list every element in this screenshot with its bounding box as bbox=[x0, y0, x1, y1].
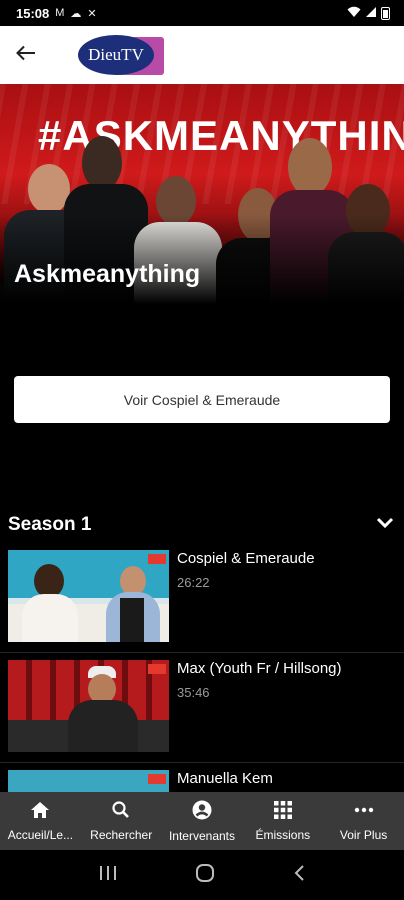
recents-icon[interactable] bbox=[99, 865, 117, 886]
status-bar: 15:08 M ☁ ✕ bbox=[0, 0, 404, 26]
nav-more[interactable]: Voir Plus bbox=[323, 792, 404, 850]
status-time: 15:08 bbox=[16, 5, 50, 21]
logo-text: DieuTV bbox=[78, 35, 154, 75]
episode-item[interactable]: Max (Youth Fr / Hillsong) 35:46 bbox=[8, 660, 398, 760]
tools-icon: ✕ bbox=[87, 7, 97, 20]
more-horizontal-icon bbox=[354, 801, 374, 824]
signal-icon bbox=[365, 6, 377, 21]
episode-duration: 35:46 bbox=[177, 685, 210, 700]
nav-shows[interactable]: Émissions bbox=[242, 792, 323, 850]
episode-item[interactable]: Cospiel & Emeraude 26:22 bbox=[8, 550, 398, 650]
account-circle-icon bbox=[192, 800, 212, 825]
nav-home[interactable]: Accueil/Le... bbox=[0, 792, 81, 850]
nav-label: Voir Plus bbox=[339, 827, 388, 842]
grid-icon bbox=[273, 800, 292, 824]
search-icon bbox=[111, 800, 131, 824]
app-logo[interactable]: DieuTV bbox=[78, 33, 164, 77]
divider bbox=[0, 652, 404, 653]
cloud-icon: ☁ bbox=[70, 7, 82, 20]
episode-duration: 26:22 bbox=[177, 575, 210, 590]
nav-label: Accueil/Le... bbox=[7, 827, 74, 842]
show-title: Askmeanything bbox=[14, 260, 201, 288]
bottom-nav: Accueil/Le... Rechercher Intervenants Ém… bbox=[0, 792, 404, 850]
episode-title: Cospiel & Emeraude bbox=[177, 550, 315, 567]
nav-search[interactable]: Rechercher bbox=[81, 792, 162, 850]
battery-icon bbox=[381, 6, 390, 20]
season-label: Season 1 bbox=[8, 514, 92, 535]
gmail-icon: M bbox=[55, 7, 65, 19]
episode-title: Manuella Kem bbox=[177, 770, 273, 787]
season-selector[interactable]: Season 1 bbox=[8, 510, 394, 540]
system-nav-bar bbox=[0, 850, 404, 900]
episode-thumbnail[interactable] bbox=[8, 550, 169, 642]
nav-label: Rechercher bbox=[90, 827, 153, 842]
play-episode-button[interactable]: Voir Cospiel & Emeraude bbox=[14, 376, 390, 423]
episode-title: Max (Youth Fr / Hillsong) bbox=[177, 660, 342, 677]
divider bbox=[0, 762, 404, 763]
back-chevron-icon[interactable] bbox=[293, 864, 305, 887]
app-bar: DieuTV bbox=[0, 26, 404, 84]
chevron-down-icon[interactable] bbox=[376, 516, 394, 534]
arrow-left-icon bbox=[16, 45, 36, 66]
wifi-icon bbox=[347, 6, 361, 21]
home-circle-icon[interactable] bbox=[195, 863, 215, 888]
nav-label: Intervenants bbox=[168, 828, 236, 843]
nav-label: Émissions bbox=[255, 827, 311, 842]
home-icon bbox=[30, 801, 50, 824]
nav-speakers[interactable]: Intervenants bbox=[162, 792, 243, 850]
back-button[interactable] bbox=[0, 26, 52, 84]
episode-thumbnail[interactable] bbox=[8, 660, 169, 752]
